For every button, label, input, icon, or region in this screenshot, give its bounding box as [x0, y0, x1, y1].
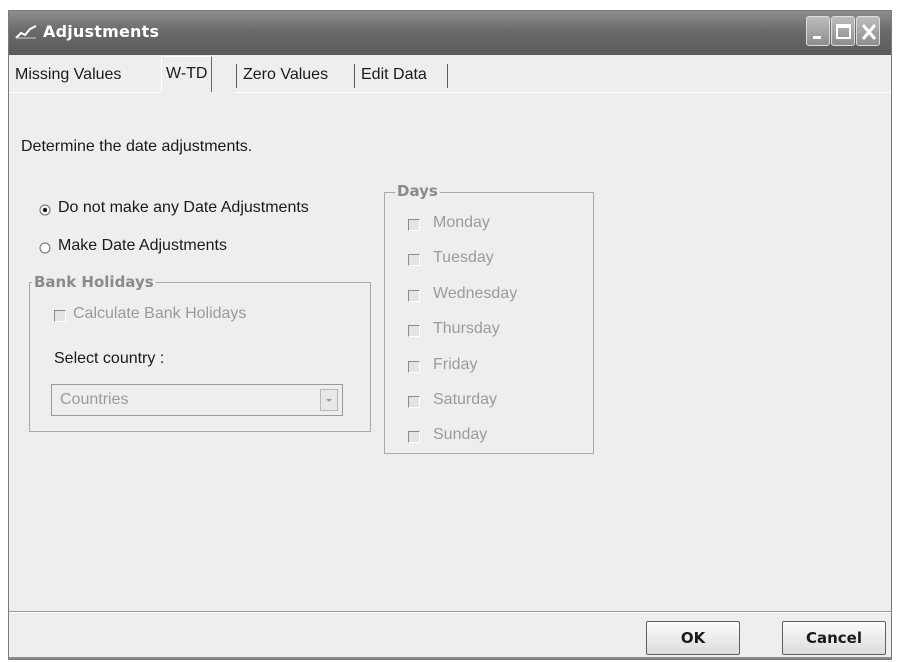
maximize-button[interactable]	[831, 16, 855, 46]
tab-separator	[447, 64, 448, 88]
day-label: Wednesday	[433, 285, 518, 302]
day-label: Tuesday	[433, 249, 494, 266]
tab-missing-values[interactable]: Missing Values	[11, 60, 125, 90]
chart-line-icon	[15, 25, 37, 39]
bank-holidays-title: Bank Holidays	[32, 273, 156, 291]
maximize-icon	[836, 24, 851, 39]
select-value: Countries	[60, 391, 129, 408]
window-bottom-edge	[9, 657, 891, 659]
instruction-text: Determine the date adjustments.	[21, 138, 253, 155]
dropdown-arrow-button[interactable]	[320, 389, 338, 411]
day-label: Sunday	[433, 426, 488, 443]
minimize-icon	[813, 36, 821, 39]
tab-zero-values[interactable]: Zero Values	[239, 60, 332, 90]
select-country-label: Select country :	[54, 350, 165, 367]
radio-label: Do not make any Date Adjustments	[58, 199, 309, 216]
day-label: Thursday	[433, 320, 500, 337]
checkbox-label: Calculate Bank Holidays	[73, 305, 247, 322]
radio-label: Make Date Adjustments	[58, 237, 227, 254]
checkbox-icon	[408, 254, 420, 266]
title-bar[interactable]: Adjustments	[9, 11, 891, 55]
w-td-panel: Determine the date adjustments. Do not m…	[9, 93, 891, 613]
checkbox-icon	[408, 361, 420, 373]
radio-selected-icon	[39, 204, 51, 216]
window-title: Adjustments	[43, 22, 160, 41]
close-button[interactable]	[856, 16, 880, 46]
minimize-button[interactable]	[806, 16, 830, 46]
country-select[interactable]: Countries	[51, 384, 343, 416]
chevron-down-icon	[326, 399, 332, 402]
checkbox-icon	[408, 325, 420, 337]
tab-edit-data[interactable]: Edit Data	[357, 60, 431, 90]
checkbox-icon	[408, 290, 420, 302]
checkbox-icon	[408, 219, 420, 231]
checkbox-icon	[54, 310, 66, 322]
tab-w-td[interactable]: W-TD	[161, 56, 213, 92]
day-label: Saturday	[433, 391, 498, 408]
tab-separator	[236, 64, 237, 88]
checkbox-icon	[408, 431, 420, 443]
checkbox-icon	[408, 396, 420, 408]
ok-button[interactable]: OK	[646, 621, 740, 655]
tab-bar: Missing Values W-TD Zero Values Edit Dat…	[9, 55, 891, 93]
close-icon	[861, 24, 877, 40]
day-label: Friday	[433, 356, 478, 373]
day-label: Monday	[433, 214, 490, 231]
radio-unselected-icon	[39, 242, 51, 254]
adjustments-dialog: Adjustments Missing Values W-TD Zero Val…	[8, 10, 892, 660]
days-title: Days	[395, 182, 440, 200]
tab-separator	[354, 64, 355, 88]
footer-divider	[9, 611, 891, 613]
cancel-button[interactable]: Cancel	[782, 621, 886, 655]
